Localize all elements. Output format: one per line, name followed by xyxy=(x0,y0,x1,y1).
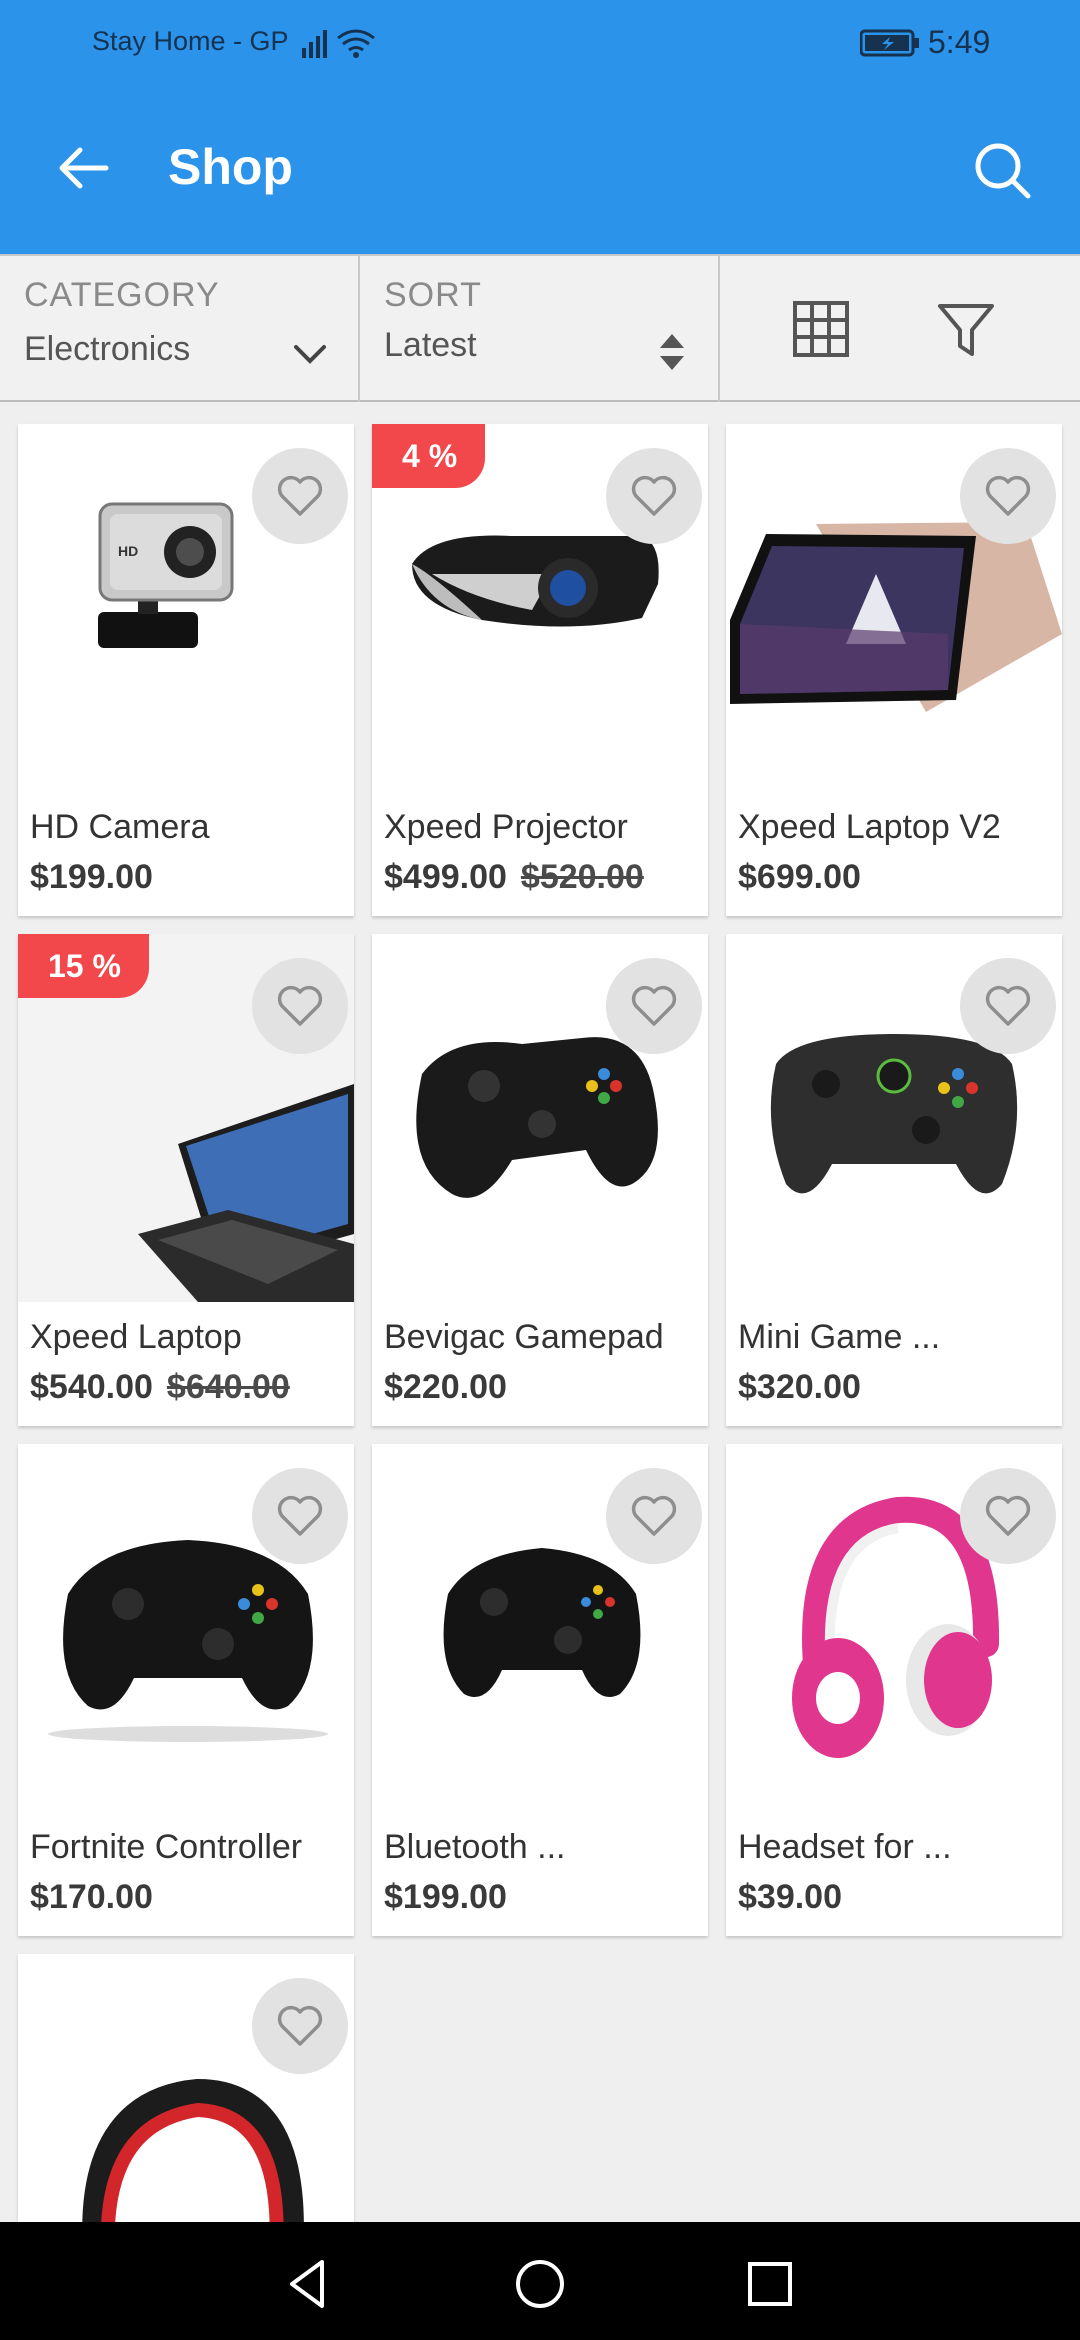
category-label: CATEGORY xyxy=(24,276,220,314)
product-card[interactable]: Fortnite Controller $170.00 xyxy=(18,1444,354,1936)
sort-value: Latest xyxy=(384,326,477,364)
product-price: $199.00 xyxy=(30,858,153,896)
heart-icon xyxy=(277,1495,323,1536)
sort-dropdown[interactable]: SORT Latest xyxy=(360,256,720,402)
clock: 5:49 xyxy=(928,24,991,60)
app-bar: Shop xyxy=(0,86,1080,254)
product-card[interactable]: Xpeed Laptop V2 $699.00 xyxy=(726,424,1062,916)
grid-view-icon[interactable] xyxy=(792,300,850,358)
signal-wifi-icon xyxy=(302,29,375,58)
battery-icon xyxy=(860,29,919,57)
carrier-name: Stay Home - GP xyxy=(92,26,289,56)
favorite-button[interactable] xyxy=(606,1468,702,1564)
search-icon[interactable] xyxy=(970,138,1034,202)
heart-icon xyxy=(631,985,677,1026)
category-value: Electronics xyxy=(24,330,191,368)
discount-badge: 4 % xyxy=(372,424,486,488)
product-card[interactable]: Bluetooth ... $199.00 xyxy=(372,1444,708,1936)
favorite-button[interactable] xyxy=(252,448,348,544)
product-name: Bluetooth ... xyxy=(384,1828,566,1866)
product-price: $220.00 xyxy=(384,1368,507,1406)
home-nav-icon[interactable] xyxy=(514,2258,566,2310)
product-card[interactable]: Bevigac Gamepad $220.00 xyxy=(372,934,708,1426)
old-price: $520.00 xyxy=(520,858,644,896)
sort-arrows-icon xyxy=(660,334,684,370)
page-title: Shop xyxy=(168,139,293,195)
heart-icon xyxy=(277,2005,323,2046)
heart-icon xyxy=(631,475,677,516)
product-name: Xpeed Laptop V2 xyxy=(738,808,1001,846)
favorite-button[interactable] xyxy=(606,958,702,1054)
product-price: $320.00 xyxy=(738,1368,861,1406)
filter-bar: CATEGORY Electronics SORT Latest xyxy=(0,254,1080,402)
category-dropdown[interactable]: CATEGORY Electronics xyxy=(0,256,360,402)
status-bar: Stay Home - GP 5:49 xyxy=(0,0,1080,86)
product-price: $499.00 $520.00 xyxy=(384,858,644,896)
product-card[interactable]: HD HD Camera $199.00 xyxy=(18,424,354,916)
favorite-button[interactable] xyxy=(252,1978,348,2074)
old-price: $640.00 xyxy=(166,1368,290,1406)
favorite-button[interactable] xyxy=(960,448,1056,544)
product-name: Fortnite Controller xyxy=(30,1828,303,1866)
back-nav-icon[interactable] xyxy=(284,2258,336,2310)
favorite-button[interactable] xyxy=(960,958,1056,1054)
heart-icon xyxy=(277,475,323,516)
product-name: Xpeed Projector xyxy=(384,808,628,846)
product-name: Xpeed Laptop xyxy=(30,1318,242,1356)
favorite-button[interactable] xyxy=(606,448,702,544)
heart-icon xyxy=(631,1495,677,1536)
product-card[interactable]: Headset for ... $39.00 xyxy=(726,1444,1062,1936)
filter-icon[interactable] xyxy=(936,300,996,360)
product-card[interactable]: 4 % Xpeed Projector $499.00 $520.00 xyxy=(372,424,708,916)
heart-icon xyxy=(985,1495,1031,1536)
product-price: $39.00 xyxy=(738,1878,842,1916)
product-card[interactable]: 15 % Xpeed Laptop $540.00 $640.00 xyxy=(18,934,354,1426)
chevron-down-icon xyxy=(294,345,326,364)
heart-icon xyxy=(277,985,323,1026)
product-name: Headset for ... xyxy=(738,1828,952,1866)
recents-nav-icon[interactable] xyxy=(744,2258,796,2310)
system-nav-bar xyxy=(0,2222,1080,2340)
favorite-button[interactable] xyxy=(252,958,348,1054)
product-name: Bevigac Gamepad xyxy=(384,1318,664,1356)
product-price: $170.00 xyxy=(30,1878,153,1916)
product-price: $540.00 $640.00 xyxy=(30,1368,290,1406)
product-price: $199.00 xyxy=(384,1878,507,1916)
discount-badge: 15 % xyxy=(18,934,149,998)
svg-text:HD: HD xyxy=(118,543,138,559)
favorite-button[interactable] xyxy=(960,1468,1056,1564)
product-card[interactable]: Mini Game ... $320.00 xyxy=(726,934,1062,1426)
favorite-button[interactable] xyxy=(252,1468,348,1564)
heart-icon xyxy=(985,475,1031,516)
view-controls xyxy=(720,256,1080,402)
product-name: Mini Game ... xyxy=(738,1318,941,1356)
product-price: $699.00 xyxy=(738,858,861,896)
sort-label: SORT xyxy=(384,276,482,314)
heart-icon xyxy=(985,985,1031,1026)
arrow-left-icon[interactable] xyxy=(52,136,116,200)
product-name: HD Camera xyxy=(30,808,210,846)
